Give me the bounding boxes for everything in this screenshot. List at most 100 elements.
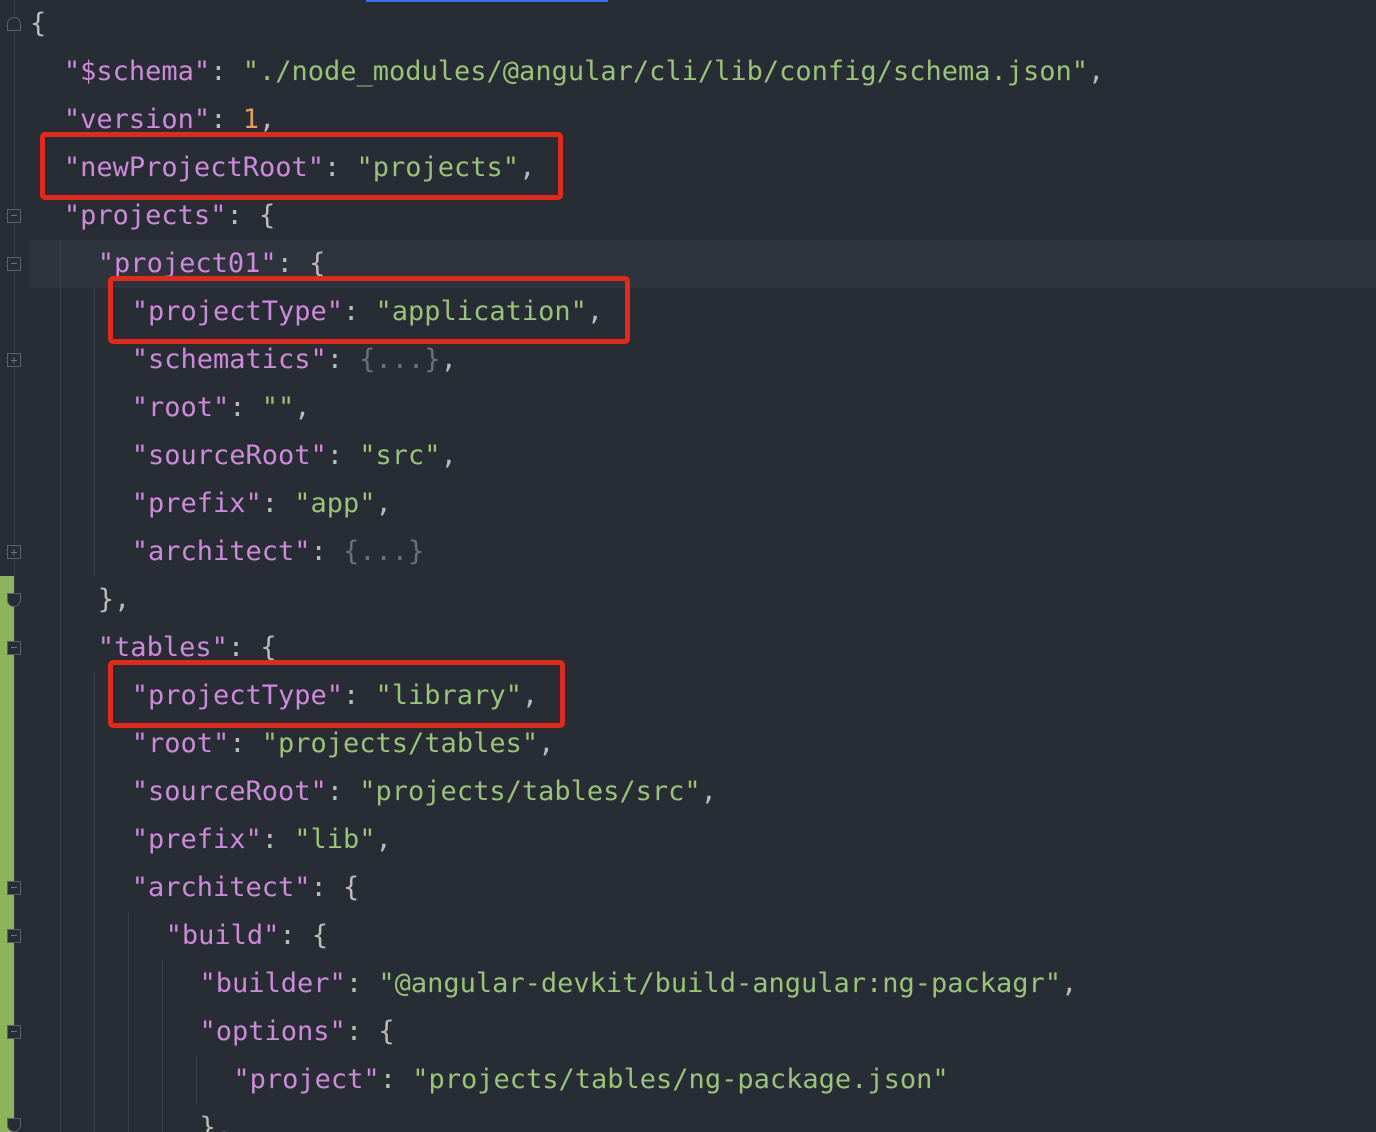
json-value: "src" xyxy=(359,440,441,471)
code-line[interactable]: "$schema": "./node_modules/@angular/cli/… xyxy=(64,48,1104,96)
collapsed-block: {...} xyxy=(343,536,425,567)
json-punctuation: , xyxy=(1061,968,1078,999)
json-key: "tables" xyxy=(97,632,228,663)
json-key: "projects" xyxy=(63,200,227,231)
fold-expand-icon[interactable]: + xyxy=(7,353,21,367)
json-key: "builder" xyxy=(199,968,346,999)
code-editor[interactable]: + + { "$schema": "./node_modules/@angular… xyxy=(0,0,1376,1132)
fold-end-icon[interactable] xyxy=(7,1118,21,1132)
json-colon: : xyxy=(379,1064,413,1095)
code-line[interactable]: "sourceRoot": "projects/tables/src", xyxy=(132,768,717,816)
json-colon: : xyxy=(210,104,243,135)
editor-gutter: + + xyxy=(0,0,30,1132)
fold-collapse-icon[interactable] xyxy=(7,1025,21,1039)
json-value: "./node_modules/@angular/cli/lib/config/… xyxy=(242,56,1088,87)
json-key: "root" xyxy=(131,728,230,759)
fold-collapse-icon[interactable] xyxy=(7,929,21,943)
code-line[interactable]: "architect": {...} xyxy=(132,528,425,576)
code-line[interactable]: }, xyxy=(98,576,131,624)
code-line[interactable]: "options": { xyxy=(200,1008,395,1056)
json-punctuation: , xyxy=(440,344,457,375)
json-punctuation: { xyxy=(311,920,329,951)
json-punctuation: , xyxy=(294,392,311,423)
json-colon: : xyxy=(310,872,344,903)
code-line[interactable]: "architect": { xyxy=(132,864,360,912)
json-key: "architect" xyxy=(131,536,311,567)
json-key: "project01" xyxy=(97,248,277,279)
json-key: "root" xyxy=(131,392,230,423)
gutter-separator xyxy=(14,0,15,1132)
collapsed-block: {...} xyxy=(359,344,441,375)
indent-guide xyxy=(196,1056,197,1104)
json-punctuation: { xyxy=(378,1016,395,1047)
code-line[interactable]: "project": "projects/tables/ng-package.j… xyxy=(233,1056,948,1104)
fold-collapse-icon[interactable] xyxy=(7,641,21,655)
json-colon: : xyxy=(226,200,259,231)
indent-guide xyxy=(162,960,163,1132)
json-colon: : xyxy=(261,824,295,855)
json-key: "$schema" xyxy=(63,56,211,87)
json-punctuation: { xyxy=(309,248,326,279)
code-line[interactable]: "build": { xyxy=(166,912,329,960)
json-value: "app" xyxy=(294,488,376,519)
json-punctuation: , xyxy=(538,728,555,759)
json-value: "projects/tables/ng-package.json" xyxy=(412,1064,949,1095)
json-value: "lib" xyxy=(294,824,376,855)
json-colon: : xyxy=(279,920,312,951)
fold-collapse-icon[interactable] xyxy=(7,17,21,31)
json-punctuation: }, xyxy=(199,1112,233,1132)
indent-guide xyxy=(94,288,95,576)
json-key: "options" xyxy=(199,1016,346,1047)
json-punctuation: { xyxy=(258,200,276,231)
code-line[interactable]: "sourceRoot": "src", xyxy=(132,432,457,480)
json-colon: : xyxy=(326,776,360,807)
json-value: "projects/tables" xyxy=(261,728,539,759)
json-key: "prefix" xyxy=(131,824,262,855)
json-key: "prefix" xyxy=(131,488,262,519)
json-key: "sourceRoot" xyxy=(131,776,327,807)
fold-end-icon[interactable] xyxy=(7,593,21,607)
fold-expand-icon[interactable]: + xyxy=(7,545,21,559)
json-value: 1 xyxy=(242,104,259,135)
code-line[interactable]: "prefix": "lib", xyxy=(132,816,392,864)
json-colon: : xyxy=(326,440,360,471)
code-line[interactable]: }, xyxy=(200,1104,233,1132)
json-colon: : xyxy=(229,728,262,759)
json-punctuation: , xyxy=(700,776,717,807)
json-colon: : xyxy=(261,488,295,519)
fold-collapse-icon[interactable] xyxy=(7,881,21,895)
fold-collapse-icon[interactable] xyxy=(7,209,21,223)
json-colon: : xyxy=(345,968,379,999)
highlight-box xyxy=(39,132,563,200)
highlight-box xyxy=(107,660,566,728)
highlight-box xyxy=(107,276,631,344)
json-punctuation: , xyxy=(1088,56,1105,87)
editor-tab-indicator xyxy=(366,0,608,2)
code-line[interactable]: "builder": "@angular-devkit/build-angula… xyxy=(200,960,1078,1008)
json-key: "sourceRoot" xyxy=(131,440,327,471)
code-line[interactable]: "root": "", xyxy=(132,384,311,432)
json-punctuation: , xyxy=(375,824,392,855)
json-colon: : xyxy=(326,344,360,375)
json-punctuation: , xyxy=(258,104,276,135)
json-colon: : xyxy=(310,536,344,567)
indent-guide xyxy=(60,240,61,1132)
json-key: "schematics" xyxy=(131,344,327,375)
json-punctuation: { xyxy=(260,632,277,663)
json-colon: : xyxy=(210,56,243,87)
indent-guide xyxy=(94,672,95,1132)
code-line[interactable]: "prefix": "app", xyxy=(132,480,392,528)
json-key: "version" xyxy=(63,104,211,135)
indent-guide xyxy=(128,912,129,1132)
json-colon: : xyxy=(229,392,262,423)
json-punctuation: { xyxy=(343,872,360,903)
json-colon: : xyxy=(276,248,310,279)
json-value: "" xyxy=(261,392,295,423)
json-punctuation: , xyxy=(440,440,457,471)
json-punctuation: { xyxy=(30,8,47,39)
json-colon: : xyxy=(227,632,261,663)
code-line[interactable]: { xyxy=(30,0,46,48)
json-key: "build" xyxy=(165,920,280,951)
json-colon: : xyxy=(345,1016,379,1047)
fold-collapse-icon[interactable] xyxy=(7,257,21,271)
